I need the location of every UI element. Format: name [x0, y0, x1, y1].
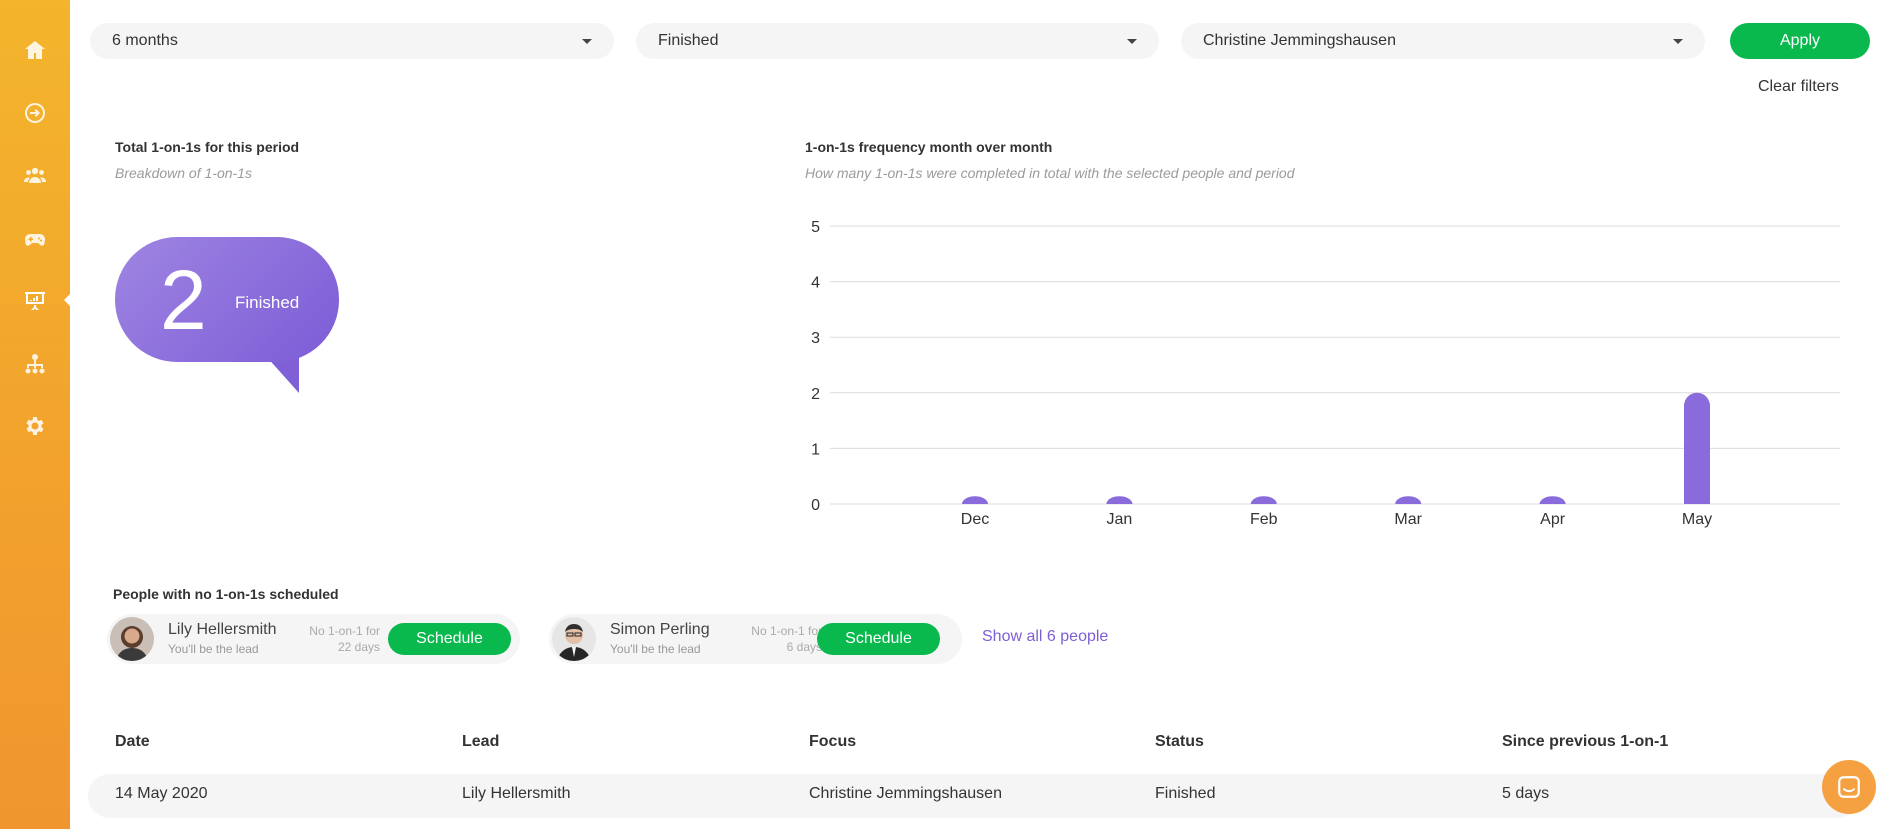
no-1on1-days: 22 days — [337, 640, 380, 654]
bar[interactable] — [1539, 496, 1566, 504]
show-all-people-link[interactable]: Show all 6 people — [982, 628, 1108, 646]
nav-team[interactable] — [0, 155, 70, 195]
person-role: You'll be the lead — [168, 642, 259, 656]
cell-lead: Lily Hellersmith — [462, 785, 571, 802]
schedule-button[interactable]: Schedule — [388, 623, 511, 655]
chevron-down-icon — [1673, 39, 1683, 44]
period-select-value: 6 months — [112, 32, 178, 49]
cell-focus: Christine Jemmingshausen — [809, 785, 1002, 802]
bar[interactable] — [1250, 496, 1277, 504]
no-1on1-days: 6 days — [786, 640, 822, 654]
y-tick-label: 3 — [811, 330, 820, 347]
total-count-label: Finished — [235, 293, 300, 312]
total-panel-subtitle: Breakdown of 1-on-1s — [115, 165, 252, 181]
frequency-chart-svg: 0 1 2 3 4 5 Dec Jan Feb Mar Apr May — [811, 219, 1840, 528]
cell-since-previous: 5 days — [1502, 785, 1550, 802]
x-tick-label: Apr — [1540, 511, 1566, 528]
total-panel-title: Total 1-on-1s for this period — [115, 139, 300, 155]
sidebar — [0, 0, 71, 829]
cell-status: Finished — [1155, 785, 1216, 802]
total-count: 2 — [160, 253, 207, 347]
avatar — [110, 617, 154, 661]
y-tick-label: 0 — [811, 497, 820, 514]
frequency-panel-title: 1-on-1s frequency month over month — [805, 139, 1053, 155]
cell-date: 14 May 2020 — [115, 785, 208, 802]
bar[interactable] — [1684, 392, 1710, 504]
total-count-bubble — [115, 237, 339, 362]
person-name: Lily Hellersmith — [168, 621, 277, 638]
nav-org[interactable] — [0, 344, 70, 384]
bar[interactable] — [962, 496, 988, 504]
no-1on1-duration: No 1-on-1 for 22 days — [309, 623, 380, 655]
column-header-since-previous[interactable]: Since previous 1-on-1 — [1502, 733, 1668, 751]
no-1on1-duration: No 1-on-1 for 6 days — [751, 623, 822, 655]
status-select-value: Finished — [658, 32, 719, 49]
active-indicator — [64, 293, 71, 307]
person-role: You'll be the lead — [610, 642, 701, 656]
chat-launcher-button[interactable] — [1822, 760, 1876, 814]
team-icon — [24, 167, 46, 183]
status-select[interactable]: Finished — [636, 23, 1159, 59]
arrow-circle-icon — [25, 103, 45, 123]
nav-reports[interactable] — [0, 280, 71, 320]
x-tick-label: Mar — [1394, 511, 1422, 528]
gear-icon — [26, 417, 44, 435]
x-tick-label: Feb — [1250, 511, 1278, 528]
frequency-chart: 0 1 2 3 4 5 Dec Jan Feb Mar Apr May — [800, 210, 1860, 530]
bar[interactable] — [1395, 496, 1422, 504]
nav-settings[interactable] — [0, 406, 70, 446]
nav-games[interactable] — [0, 219, 70, 259]
column-header-status[interactable]: Status — [1155, 733, 1204, 751]
column-header-date[interactable]: Date — [115, 733, 150, 751]
person-name: Simon Perling — [610, 621, 710, 638]
chevron-down-icon — [582, 39, 592, 44]
period-select[interactable]: 6 months — [90, 23, 614, 59]
people-section-title: People with no 1-on-1s scheduled — [113, 586, 339, 602]
person-card: Lily Hellersmith You'll be the lead No 1… — [107, 614, 520, 664]
bar[interactable] — [1106, 496, 1133, 504]
nav-next[interactable] — [0, 93, 70, 133]
home-icon — [25, 41, 45, 59]
y-tick-label: 4 — [811, 275, 820, 292]
person-select[interactable]: Christine Jemmingshausen — [1181, 23, 1705, 59]
org-chart-icon — [25, 354, 45, 374]
avatar — [552, 617, 596, 661]
no-1on1-label: No 1-on-1 for — [309, 624, 380, 638]
nav-home[interactable] — [0, 30, 70, 70]
clear-filters-link[interactable]: Clear filters — [1758, 78, 1839, 96]
gamepad-icon — [25, 234, 45, 246]
column-header-focus[interactable]: Focus — [809, 733, 856, 751]
presentation-icon — [25, 292, 45, 310]
chat-icon — [1838, 776, 1860, 798]
person-select-value: Christine Jemmingshausen — [1203, 32, 1396, 49]
frequency-panel-subtitle: How many 1-on-1s were completed in total… — [805, 165, 1295, 181]
chevron-down-icon — [1127, 39, 1137, 44]
no-1on1-label: No 1-on-1 for — [751, 624, 822, 638]
column-header-lead[interactable]: Lead — [462, 733, 499, 751]
x-tick-label: Dec — [961, 511, 989, 528]
apply-button[interactable]: Apply — [1730, 23, 1870, 59]
schedule-button[interactable]: Schedule — [817, 623, 940, 655]
y-tick-label: 5 — [811, 219, 820, 236]
y-tick-label: 2 — [811, 386, 820, 403]
x-tick-label: May — [1682, 511, 1712, 528]
person-card: Simon Perling You'll be the lead No 1-on… — [549, 614, 962, 664]
x-tick-label: Jan — [1107, 511, 1133, 528]
y-tick-label: 1 — [811, 441, 820, 458]
